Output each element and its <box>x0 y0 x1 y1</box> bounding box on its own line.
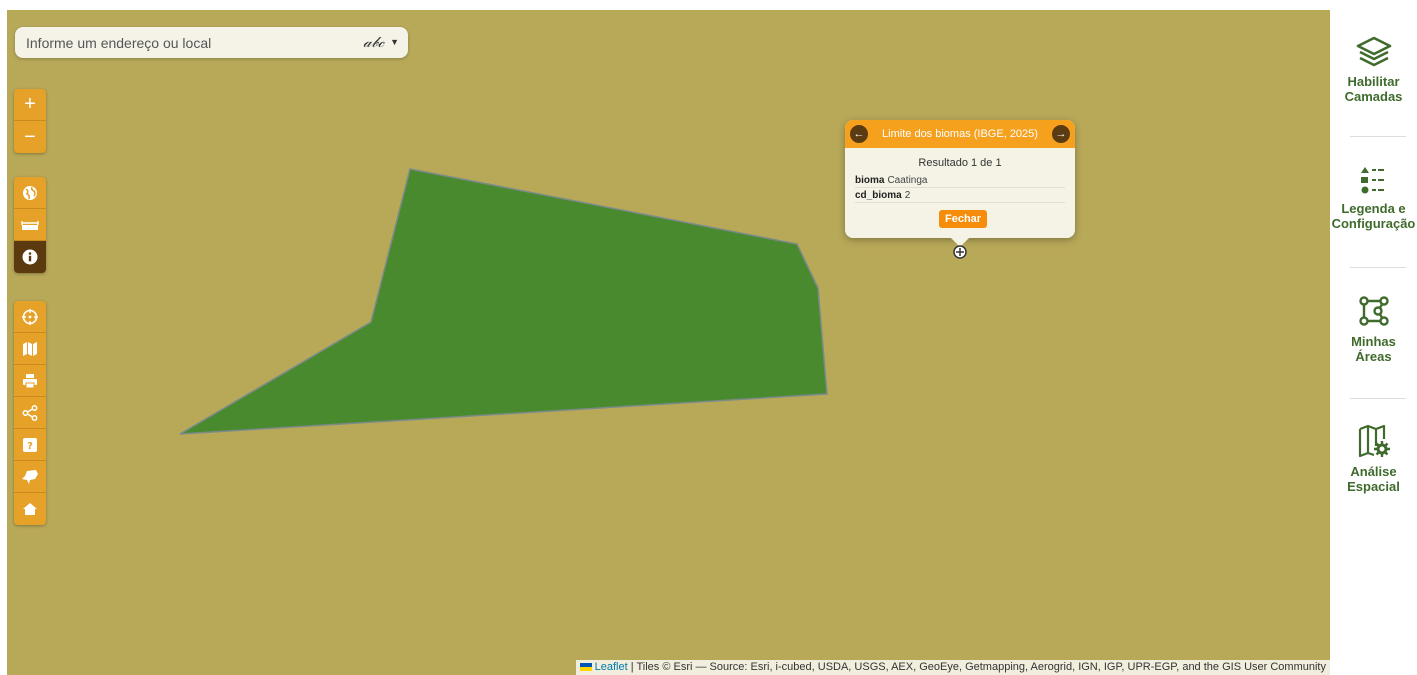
attribution-text: | Tiles © Esri — Source: Esri, i-cubed, … <box>627 661 1326 673</box>
share-icon <box>22 404 38 421</box>
info-icon <box>22 249 38 265</box>
legend-icon <box>1360 167 1384 194</box>
chevron-down-icon[interactable]: ▼ <box>390 37 399 47</box>
sidebar-item-layers[interactable]: Habilitar Camadas <box>1330 36 1417 104</box>
help-button[interactable]: ? <box>14 429 46 461</box>
attribute-row: bioma Caatinga <box>855 173 1065 188</box>
region-icon <box>22 469 38 484</box>
sidebar-item-spatial-analysis[interactable]: Análise Espacial <box>1330 424 1417 494</box>
sidebar-item-label: Análise Espacial <box>1347 464 1400 494</box>
map-attribution: Leaflet | Tiles © Esri — Source: Esri, i… <box>575 660 1330 675</box>
attribute-value: Caatinga <box>887 175 928 186</box>
map-gear-icon <box>1358 424 1390 458</box>
query-point-marker <box>953 245 967 259</box>
right-sidebar: Habilitar Camadas Legenda e Configuração M… <box>1330 0 1417 675</box>
leaflet-link[interactable]: Leaflet <box>595 661 628 673</box>
sidebar-divider <box>1350 398 1406 399</box>
biome-polygon-layer <box>179 168 828 435</box>
popup-header: ← Limite dos biomas (IBGE, 2025) → <box>845 120 1075 148</box>
locate-button[interactable] <box>14 301 46 333</box>
basemap-button[interactable] <box>14 333 46 365</box>
close-popup-button[interactable]: Fechar <box>939 210 988 228</box>
map-icon <box>23 341 37 356</box>
zoom-control: + − <box>14 89 46 153</box>
help-icon: ? <box>23 437 37 452</box>
sidebar-item-my-areas[interactable]: Minhas Áreas <box>1330 294 1417 364</box>
share-button[interactable] <box>14 397 46 429</box>
zoom-out-button[interactable]: − <box>14 121 46 153</box>
sidebar-item-label: Legenda e Configuração <box>1331 201 1416 231</box>
result-count: Resultado 1 de 1 <box>918 157 1002 169</box>
popup-title: Limite dos biomas (IBGE, 2025) <box>882 128 1038 140</box>
print-button[interactable] <box>14 365 46 397</box>
sidebar-item-label: Habilitar Camadas <box>1344 74 1403 104</box>
attribute-key: cd_bioma <box>855 190 902 201</box>
layers-icon <box>1356 36 1391 67</box>
home-button[interactable] <box>14 493 46 525</box>
tools-group-1 <box>14 177 46 273</box>
search-input[interactable] <box>15 33 348 52</box>
next-result-button[interactable]: → <box>1052 125 1070 143</box>
zoom-in-button[interactable]: + <box>14 89 46 121</box>
print-icon <box>23 373 37 388</box>
map-canvas[interactable]: 𝒶𝒷𝒸 ▼ + − ? <box>7 10 1330 675</box>
tools-group-2: ? <box>14 301 46 525</box>
ukraine-flag-icon <box>579 663 592 672</box>
previous-result-button[interactable]: ← <box>850 125 868 143</box>
biome-polygon-caatinga[interactable] <box>179 168 828 435</box>
sidebar-divider <box>1350 267 1406 268</box>
home-icon <box>23 503 37 515</box>
identify-button[interactable] <box>14 241 46 273</box>
measure-button[interactable] <box>14 209 46 241</box>
polygon-icon <box>1358 296 1389 326</box>
globe-icon <box>23 185 37 200</box>
address-search: 𝒶𝒷𝒸 ▼ <box>15 27 408 58</box>
attribute-value: 2 <box>904 190 911 201</box>
ruler-icon <box>21 220 39 230</box>
svg-text:?: ? <box>27 441 33 452</box>
attribute-row: cd_bioma 2 <box>855 188 1065 203</box>
search-mode-selector[interactable]: 𝒶𝒷𝒸 <box>363 33 384 51</box>
sidebar-divider <box>1350 136 1406 137</box>
region-button[interactable] <box>14 461 46 493</box>
sidebar-item-label: Minhas Áreas <box>1351 334 1396 364</box>
globe-button[interactable] <box>14 177 46 209</box>
feature-info-popup: ← Limite dos biomas (IBGE, 2025) → Resul… <box>845 120 1075 247</box>
attribute-key: bioma <box>855 175 885 186</box>
crosshair-icon <box>22 308 38 325</box>
sidebar-item-legend[interactable]: Legenda e Configuração <box>1330 165 1417 231</box>
